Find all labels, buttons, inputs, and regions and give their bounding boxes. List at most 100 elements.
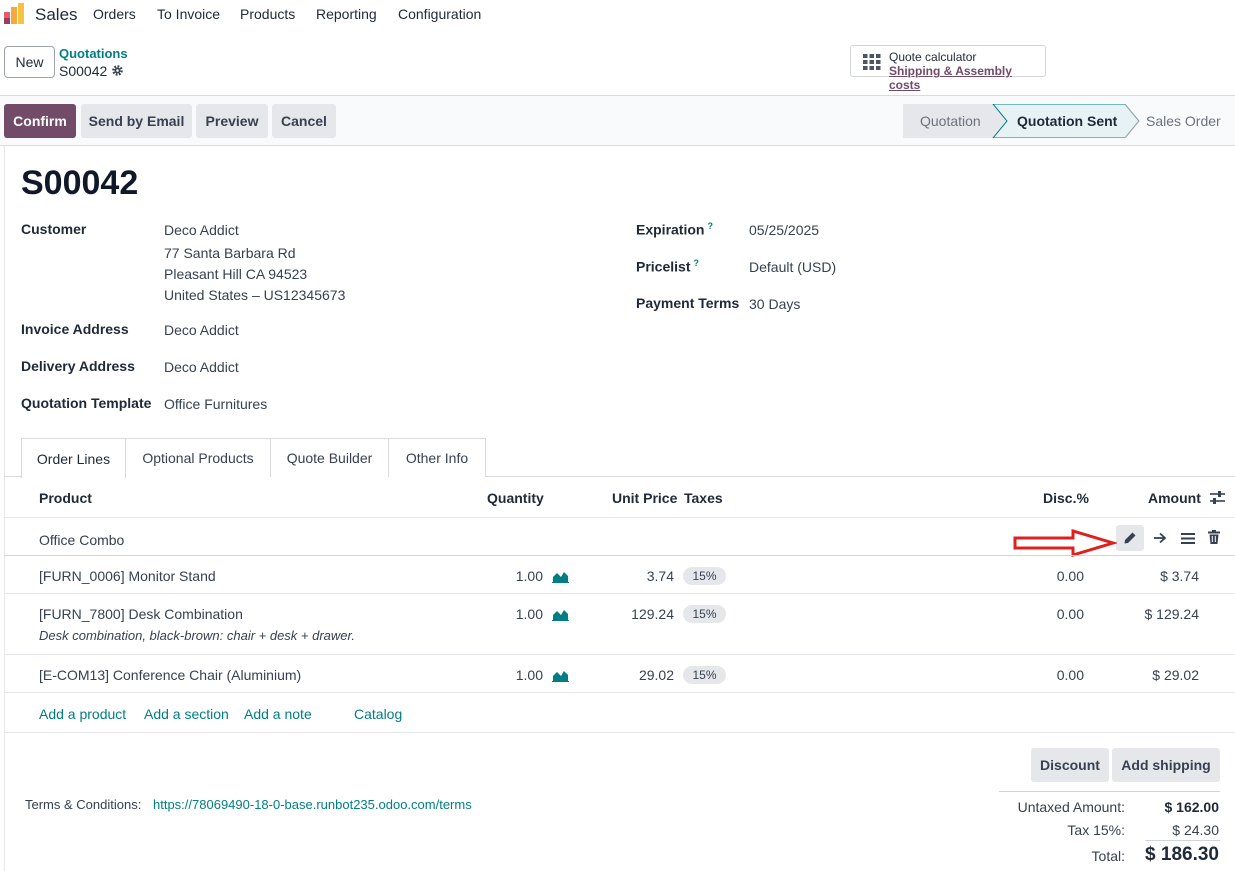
menu-to-invoice[interactable]: To Invoice	[157, 6, 220, 22]
delivery-address-label: Delivery Address	[21, 358, 135, 374]
status-steps: Quotation Quotation Sent Sales Order	[903, 104, 1235, 138]
annotation-arrow-icon	[1013, 529, 1117, 557]
step-quotation[interactable]: Quotation	[920, 104, 981, 138]
add-section-link[interactable]: Add a section	[144, 706, 229, 722]
quotation-template-field[interactable]: Office Furnitures	[164, 396, 267, 412]
pricelist-field[interactable]: Default (USD)	[749, 259, 836, 275]
invoice-address-label: Invoice Address	[21, 321, 129, 337]
forecast-chart-icon[interactable]	[552, 608, 569, 621]
terms-label: Terms & Conditions:	[25, 797, 142, 812]
expiration-label: Expiration?	[636, 221, 713, 238]
customer-field[interactable]: Deco Addict	[164, 222, 239, 238]
send-by-email-button[interactable]: Send by Email	[81, 104, 192, 138]
row-tax-badge[interactable]: 15%	[683, 567, 726, 585]
customer-label: Customer	[21, 221, 87, 237]
breadcrumb-parent[interactable]: Quotations	[59, 46, 128, 61]
preview-button[interactable]: Preview	[196, 104, 268, 138]
row-divider	[4, 692, 1235, 693]
expiration-label-text: Expiration	[636, 221, 705, 238]
row-quantity[interactable]: 1.00	[490, 667, 543, 683]
forecast-chart-icon[interactable]	[552, 570, 569, 583]
total-value: $ 186.30	[1145, 844, 1219, 865]
row-tax-badge[interactable]: 15%	[683, 666, 726, 684]
quote-calculator-title: Quote calculator	[889, 50, 977, 64]
add-shipping-button[interactable]: Add shipping	[1112, 748, 1220, 782]
page-title: S00042	[21, 164, 139, 202]
new-button[interactable]: New	[4, 46, 55, 78]
add-product-link[interactable]: Add a product	[39, 706, 126, 722]
col-unit-price[interactable]: Unit Price	[612, 490, 677, 506]
add-note-link[interactable]: Add a note	[244, 706, 312, 722]
row-divider	[4, 654, 1235, 655]
row-unit-price[interactable]: 3.74	[600, 568, 674, 584]
pricelist-help-icon[interactable]: ?	[693, 258, 699, 268]
customer-address-line1: 77 Santa Barbara Rd	[164, 245, 296, 261]
row-unit-price[interactable]: 129.24	[600, 606, 674, 622]
expiration-field[interactable]: 05/25/2025	[749, 222, 819, 238]
delivery-address-field[interactable]: Deco Addict	[164, 359, 239, 375]
quote-calculator-subtitle: Shipping & Assembly costs	[889, 64, 1012, 92]
discount-button[interactable]: Discount	[1031, 748, 1109, 782]
row-unit-price[interactable]: 29.02	[600, 667, 674, 683]
arrow-right-icon[interactable]	[1153, 532, 1167, 544]
row-discount[interactable]: 0.00	[1020, 568, 1084, 584]
top-navbar: Sales Orders To Invoice Products Reporti…	[0, 0, 1235, 30]
confirm-button[interactable]: Confirm	[4, 104, 76, 138]
calculator-icon	[863, 54, 881, 70]
gear-icon[interactable]	[111, 64, 124, 77]
invoice-address-field[interactable]: Deco Addict	[164, 322, 239, 338]
column-settings-icon[interactable]	[1210, 491, 1225, 505]
section-row-label[interactable]: Office Combo	[39, 532, 124, 548]
step-sales-order[interactable]: Sales Order	[1146, 104, 1221, 138]
expiration-help-icon[interactable]: ?	[707, 221, 713, 231]
row-divider	[4, 593, 1235, 594]
row-amount: $ 29.02	[1152, 667, 1199, 683]
totals-top-divider	[999, 791, 1220, 792]
row-product[interactable]: [FURN_0006] Monitor Stand	[39, 568, 216, 584]
row-product[interactable]: [E-COM13] Conference Chair (Aluminium)	[39, 667, 301, 683]
drag-handle-icon[interactable]	[1181, 533, 1195, 544]
cancel-button[interactable]: Cancel	[272, 104, 336, 138]
col-quantity[interactable]: Quantity	[487, 490, 544, 506]
trash-icon[interactable]	[1208, 530, 1220, 544]
row-amount: $ 129.24	[1144, 606, 1200, 622]
row-description: Desk combination, black-brown: chair + d…	[39, 628, 355, 643]
step-quotation-sent[interactable]: Quotation Sent	[1017, 104, 1117, 138]
tab-other-info[interactable]: Other Info	[388, 438, 486, 477]
table-bottom-divider	[4, 732, 1235, 733]
tax-value: $ 24.30	[1172, 822, 1219, 838]
row-product[interactable]: [FURN_7800] Desk Combination	[39, 606, 243, 622]
tab-quote-builder[interactable]: Quote Builder	[270, 438, 389, 477]
row-discount[interactable]: 0.00	[1020, 667, 1084, 683]
row-amount: $ 3.74	[1160, 568, 1199, 584]
menu-reporting[interactable]: Reporting	[316, 6, 377, 22]
row-quantity[interactable]: 1.00	[490, 606, 543, 622]
col-product[interactable]: Product	[39, 490, 92, 506]
col-taxes[interactable]: Taxes	[684, 490, 723, 506]
tax-label: Tax 15%:	[1067, 822, 1125, 838]
section-divider	[4, 555, 1235, 556]
total-label: Total:	[1091, 848, 1125, 864]
row-tax-badge[interactable]: 15%	[683, 605, 726, 623]
menu-orders[interactable]: Orders	[93, 6, 136, 22]
col-disc[interactable]: Disc.%	[1043, 490, 1089, 506]
row-discount[interactable]: 0.00	[1020, 606, 1084, 622]
tab-optional-products[interactable]: Optional Products	[125, 438, 271, 477]
quote-calculator-button[interactable]: Quote calculator Shipping & Assembly cos…	[850, 45, 1046, 92]
row-quantity[interactable]: 1.00	[490, 568, 543, 584]
sales-app-icon[interactable]	[3, 3, 25, 25]
tab-order-lines[interactable]: Order Lines	[21, 438, 126, 478]
col-amount[interactable]: Amount	[1148, 490, 1201, 506]
customer-address-line3: United States – US12345673	[164, 287, 346, 303]
edit-section-button[interactable]	[1116, 525, 1144, 551]
forecast-chart-icon[interactable]	[552, 669, 569, 682]
status-bar: Confirm Send by Email Preview Cancel Quo…	[0, 96, 1235, 146]
payment-terms-field[interactable]: 30 Days	[749, 296, 800, 312]
menu-configuration[interactable]: Configuration	[398, 6, 481, 22]
totals-divider	[1145, 840, 1220, 841]
terms-link[interactable]: https://78069490-18-0-base.runbot235.odo…	[153, 797, 472, 812]
menu-products[interactable]: Products	[240, 6, 295, 22]
app-name[interactable]: Sales	[35, 5, 78, 25]
catalog-link[interactable]: Catalog	[354, 706, 402, 722]
header-divider	[4, 517, 1235, 518]
